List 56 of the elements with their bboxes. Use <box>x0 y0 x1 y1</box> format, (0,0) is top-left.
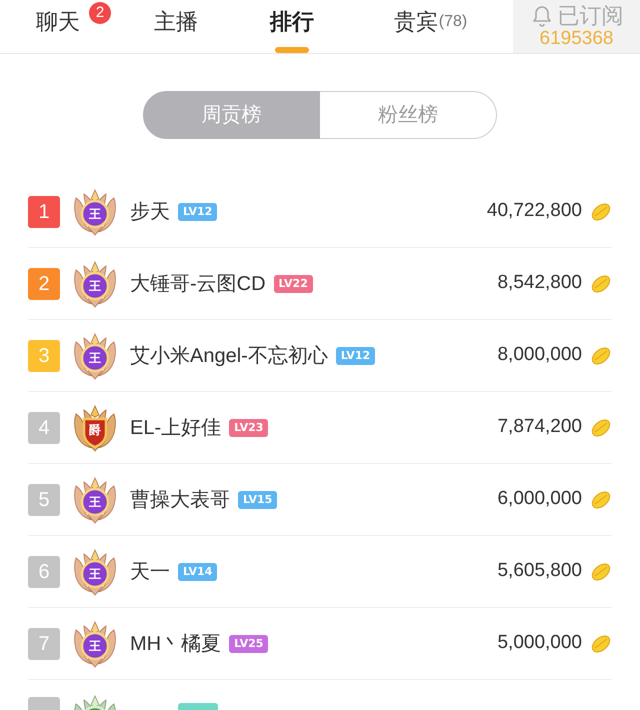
contribution-amount: 5,000,000 <box>497 631 582 656</box>
emblem-character: 爵 <box>88 422 102 438</box>
level-badge: LV25 <box>229 634 268 652</box>
user-name: 艾小米Angel-不忘初心 <box>130 344 328 368</box>
tab[interactable]: 主播 <box>116 0 236 53</box>
winged-emblem-icon <box>72 332 118 380</box>
rank-badge: 6 <box>28 556 60 588</box>
tab[interactable]: 排行 <box>236 0 348 53</box>
winged-emblem-icon <box>72 548 118 596</box>
user-name: 大锤哥-云图CD <box>130 272 266 296</box>
rank-badge: 1 <box>28 196 60 228</box>
winged-emblem-icon <box>72 260 118 308</box>
leaf-coin-icon <box>590 416 612 438</box>
rank-badge: 7 <box>28 628 60 660</box>
level-badge: LV12 <box>336 346 376 364</box>
emblem-character: 王 <box>88 206 102 222</box>
contribution-amount: 7,874,200 <box>497 415 582 440</box>
user-name: 步天 <box>130 200 170 224</box>
level-badge: LV14 <box>178 562 218 580</box>
winged-emblem-icon <box>72 404 118 452</box>
contribution-amount: 8,000,000 <box>497 343 582 368</box>
leaf-coin-icon <box>590 272 612 294</box>
contribution-amount: 6,000,000 <box>497 487 582 512</box>
leaf-coin-icon <box>590 200 612 222</box>
rank-badge: 2 <box>28 268 60 300</box>
contribution-amount: 40,722,800 <box>486 199 582 224</box>
winged-emblem-icon <box>72 620 118 668</box>
user-name: EL-上好佳 <box>130 416 222 440</box>
leaf-coin-icon <box>590 560 612 582</box>
level-badge: LV23 <box>229 418 268 436</box>
leaf-coin-icon <box>590 488 612 510</box>
rank-badge: 5 <box>28 484 60 516</box>
leaf-coin-icon <box>590 344 612 366</box>
winged-emblem-icon <box>72 694 118 710</box>
tab[interactable]: 聊天 2 <box>0 0 116 53</box>
leaf-coin-icon <box>590 632 612 654</box>
rank-badge: 3 <box>28 340 60 372</box>
contribution-amount: 8,542,800 <box>497 271 582 296</box>
user-name: 天一 <box>130 560 170 584</box>
level-badge: LV22 <box>274 274 313 292</box>
subscriber-count: 6195368 <box>540 28 614 50</box>
emblem-character: 王 <box>88 638 102 654</box>
winged-emblem-icon <box>72 188 118 236</box>
contribution-amount: 5,605,800 <box>497 559 582 584</box>
winged-emblem-icon <box>72 476 118 524</box>
level-badge: LV12 <box>178 202 218 220</box>
emblem-character: 王 <box>88 494 102 510</box>
rank-badge: 4 <box>28 412 60 444</box>
user-name: MH丶橘夏 <box>130 632 222 656</box>
unread-count-badge: 2 <box>89 2 111 24</box>
level-badge: LV15 <box>238 490 278 508</box>
emblem-character: 王 <box>88 350 102 366</box>
emblem-character: 王 <box>88 566 102 582</box>
tab[interactable]: 贵宾(78) <box>348 0 513 53</box>
emblem-character: 王 <box>88 278 102 294</box>
user-name: 曹操大表哥 <box>130 488 230 512</box>
